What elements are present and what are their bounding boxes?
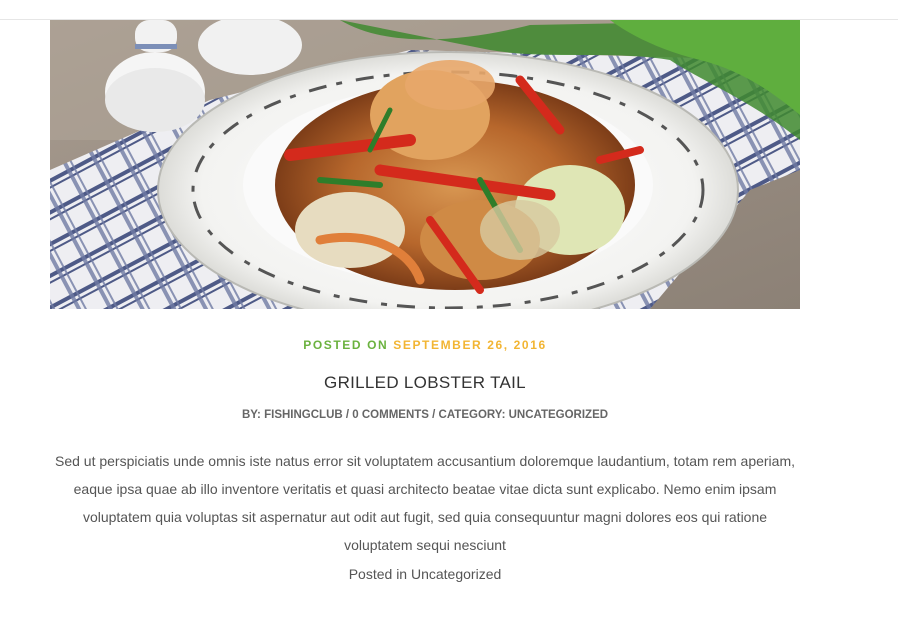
- footer-category-link[interactable]: Uncategorized: [411, 566, 501, 582]
- featured-image-link[interactable]: [50, 20, 800, 309]
- post-date-meta: POSTED ON SEPTEMBER 26, 2016: [50, 337, 800, 353]
- byline-separator: /: [428, 409, 439, 421]
- category-prefix: CATEGORY:: [438, 409, 509, 421]
- post-footer-category: Posted in Uncategorized: [50, 565, 800, 583]
- blog-post: POSTED ON SEPTEMBER 26, 2016 GRILLED LOB…: [50, 20, 800, 583]
- byline-prefix: BY:: [241, 409, 265, 421]
- post-excerpt: Sed ut perspiciatis unde omnis iste natu…: [54, 453, 796, 553]
- category-link[interactable]: UNCATEGORIZED: [509, 409, 608, 421]
- byline-separator: /: [342, 409, 353, 421]
- post-date-link[interactable]: SEPTEMBER 26, 2016: [393, 338, 547, 352]
- featured-image-food-plate: [50, 20, 800, 309]
- comments-link[interactable]: 0 COMMENTS: [352, 409, 429, 421]
- author-link[interactable]: FISHINGCLUB: [264, 409, 343, 421]
- posted-on-label: POSTED ON: [303, 338, 389, 352]
- post-title[interactable]: GRILLED LOBSTER TAIL: [50, 372, 800, 394]
- posted-in-label: Posted in: [348, 566, 411, 582]
- post-byline: BY: FISHINGCLUB / 0 COMMENTS / CATEGORY:…: [50, 407, 800, 423]
